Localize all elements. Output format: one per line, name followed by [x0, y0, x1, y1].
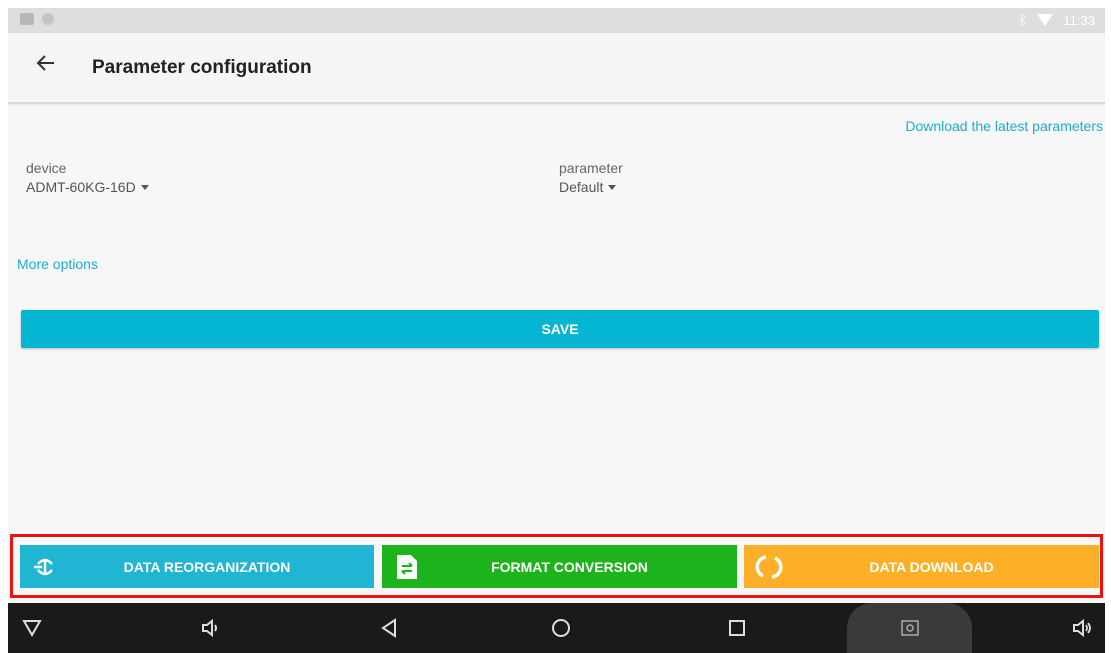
dropdown-caret-icon — [608, 184, 617, 190]
status-time: 11:33 — [1063, 12, 1095, 28]
home-icon[interactable] — [549, 616, 573, 640]
data-reorganization-label: DATA REORGANIZATION — [123, 558, 291, 575]
download-parameters-link[interactable]: Download the latest parameters — [905, 118, 1103, 134]
parameter-label: parameter — [559, 160, 623, 176]
refresh-icon — [755, 554, 783, 579]
file-convert-icon — [397, 554, 417, 579]
back-icon[interactable] — [377, 616, 401, 640]
format-conversion-button[interactable]: FORMAT CONVERSION — [382, 545, 737, 588]
data-reorganization-button[interactable]: DATA REORGANIZATION — [20, 545, 374, 588]
more-options-link[interactable]: More options — [17, 256, 98, 272]
device-label: device — [26, 160, 67, 176]
app-bar: Parameter configuration — [8, 33, 1105, 104]
device-field[interactable]: device ADMT-60KG-16D — [26, 160, 149, 195]
status-bar: ᛒ 11:33 — [8, 8, 1105, 33]
recents-icon[interactable] — [725, 616, 749, 640]
parameter-field[interactable]: parameter Default — [559, 160, 623, 195]
navigation-bar — [8, 603, 1105, 653]
arrow-left-icon[interactable] — [34, 51, 58, 75]
wifi-icon — [1037, 14, 1054, 26]
parameter-value: Default — [559, 179, 604, 195]
image-icon — [20, 13, 34, 25]
dropdown-caret-icon — [140, 184, 149, 190]
data-download-button[interactable]: DATA DOWNLOAD — [744, 545, 1099, 588]
bluetooth-icon: ᛒ — [1019, 12, 1028, 28]
save-button[interactable]: SAVE — [21, 310, 1099, 348]
device-value: ADMT-60KG-16D — [26, 179, 136, 195]
reorganize-icon — [34, 558, 53, 575]
screen: ᛒ 11:33 Parameter configuration Download… — [8, 8, 1105, 653]
format-conversion-label: FORMAT CONVERSION — [491, 558, 648, 575]
volume-down-icon[interactable] — [198, 616, 222, 640]
screenshot-icon[interactable] — [898, 616, 922, 640]
data-download-label: DATA DOWNLOAD — [869, 558, 994, 575]
page-title: Parameter configuration — [92, 57, 312, 78]
volume-up-icon[interactable] — [1070, 616, 1094, 640]
circle-icon — [42, 13, 54, 25]
down-triangle-icon[interactable] — [20, 616, 44, 640]
